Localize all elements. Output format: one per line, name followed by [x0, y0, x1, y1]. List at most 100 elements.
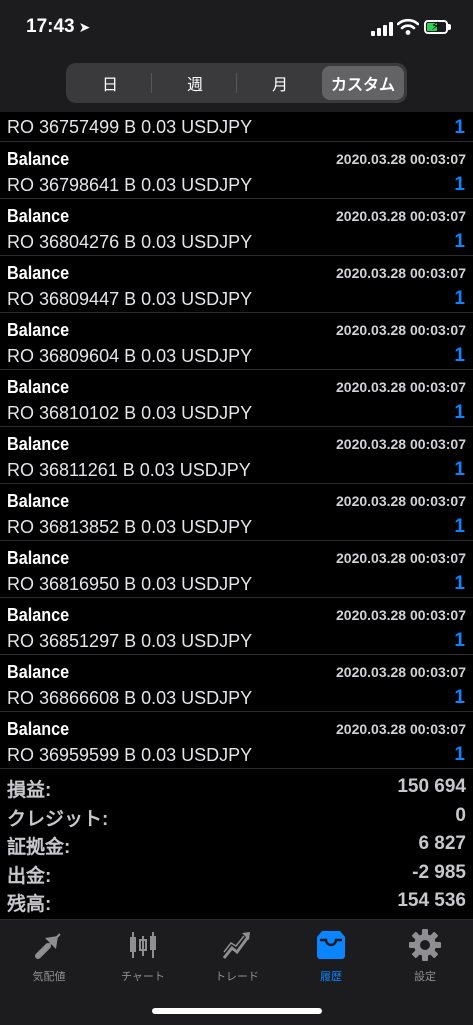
clock-label: 17:43 — [26, 16, 75, 37]
row-value: 1 — [454, 744, 465, 765]
segment-day[interactable]: 日 — [69, 66, 151, 100]
battery-cap — [448, 24, 451, 30]
row-description: RO 36959599 B 0.03 USDJPY — [7, 745, 253, 765]
row-date: 2020.03.28 00:03:07 — [336, 322, 466, 338]
row-date: 2020.03.28 00:03:07 — [336, 265, 466, 281]
tab-label: トレード — [215, 971, 259, 983]
summary-label: 残高: — [7, 894, 52, 915]
summary-label: クレジット: — [7, 808, 109, 830]
segment-divider — [236, 73, 237, 93]
history-row[interactable]: Balance 2020.03.28 00:03:07 RO 36804276 … — [0, 199, 473, 256]
row-date: 2020.03.28 00:03:07 — [336, 721, 466, 737]
row-value: 1 — [454, 117, 465, 138]
row-description: RO 36810102 B 0.03 USDJPY — [7, 403, 253, 423]
row-title: Balance — [7, 491, 70, 511]
row-value: 1 — [454, 174, 465, 195]
history-row[interactable]: Balance 2020.03.28 00:03:07 RO 36851297 … — [0, 598, 473, 655]
row-title: Balance — [7, 605, 70, 625]
tab-trade[interactable]: トレード — [190, 926, 284, 988]
quotes-icon — [35, 933, 61, 959]
row-date: 2020.03.28 00:03:07 — [336, 436, 466, 452]
tab-quotes[interactable]: 気配値 — [2, 926, 96, 988]
row-date: 2020.03.28 00:03:07 — [336, 151, 466, 167]
history-row[interactable]: Balance 2020.03.28 00:03:07 RO 36813852 … — [0, 484, 473, 541]
row-title: Balance — [7, 206, 70, 226]
trade-icon — [222, 932, 250, 959]
history-row[interactable]: Balance 2020.03.28 00:03:07 RO 36809447 … — [0, 256, 473, 313]
summary-value: 6 827 — [418, 833, 466, 854]
period-filter-bar: 日 週 月 カスタム — [0, 56, 473, 112]
period-segmented-control: 日 週 月 カスタム — [66, 63, 407, 103]
history-icon — [317, 931, 345, 959]
row-value: 1 — [454, 459, 465, 480]
summary-balance: 残高: 154 536 — [0, 886, 473, 915]
row-title: Balance — [7, 662, 70, 682]
tab-label: 気配値 — [32, 971, 66, 983]
history-row[interactable]: Balance 2020.03.28 00:03:07 RO 36810102 … — [0, 370, 473, 427]
row-title: Balance — [7, 263, 70, 283]
row-date: 2020.03.28 00:03:07 — [336, 550, 466, 566]
location-arrow-icon: ➤ — [78, 19, 91, 35]
row-title: Balance — [7, 377, 70, 397]
segment-week[interactable]: 週 — [154, 66, 236, 100]
home-indicator[interactable] — [152, 1008, 322, 1014]
row-value: 1 — [454, 402, 465, 423]
row-value: 1 — [454, 573, 465, 594]
row-value: 1 — [454, 630, 465, 651]
chart-icon — [130, 932, 156, 958]
status-time: 17:43 ➤ — [26, 16, 90, 38]
row-description: RO 36809604 B 0.03 USDJPY — [7, 346, 253, 366]
row-date: 2020.03.28 00:03:07 — [336, 208, 466, 224]
summary-withdrawal: 出金: -2 985 — [0, 858, 473, 887]
row-description: RO 36866608 B 0.03 USDJPY — [7, 688, 253, 708]
tab-settings[interactable]: 設定 — [378, 926, 472, 988]
row-description: RO 36813852 B 0.03 USDJPY — [7, 517, 253, 537]
row-description: RO 36757499 B 0.03 USDJPY — [7, 117, 253, 137]
summary-value: 0 — [455, 804, 466, 826]
cellular-signal-icon — [371, 22, 393, 36]
row-description: RO 36811261 B 0.03 USDJPY — [7, 460, 251, 480]
summary-deposit: 証拠金: 6 827 — [0, 829, 473, 858]
row-value: 1 — [454, 516, 465, 537]
wifi-icon — [397, 18, 419, 35]
history-row[interactable]: Balance 2020.03.28 00:03:07 RO 36809604 … — [0, 313, 473, 370]
summary-value: 150 694 — [397, 776, 466, 797]
row-value: 1 — [454, 288, 465, 309]
row-title: Balance — [7, 719, 70, 739]
row-title: Balance — [7, 320, 70, 340]
row-value: 1 — [454, 687, 465, 708]
tab-label: 履歴 — [320, 971, 342, 983]
history-row[interactable]: Balance 2020.03.28 00:03:07 RO 36959599 … — [0, 712, 473, 769]
tab-history[interactable]: 履歴 — [284, 926, 378, 988]
settings-icon — [409, 929, 441, 961]
row-description: RO 36809447 B 0.03 USDJPY — [7, 289, 253, 309]
summary-value: 154 536 — [397, 890, 466, 911]
summary-value: -2 985 — [412, 861, 466, 883]
row-date: 2020.03.28 00:03:07 — [336, 493, 466, 509]
tab-label: 設定 — [414, 971, 436, 983]
summary-label: 損益: — [7, 780, 52, 801]
row-description: RO 36798641 B 0.03 USDJPY — [7, 175, 253, 195]
summary-label: 出金: — [7, 865, 52, 887]
history-row[interactable]: Balance 2020.03.28 00:03:07 RO 36811261 … — [0, 427, 473, 484]
row-value: 1 — [454, 231, 465, 252]
history-row[interactable]: Balance 2020.03.28 00:03:07 RO 36816950 … — [0, 541, 473, 598]
history-row[interactable]: RO 36757499 B 0.03 USDJPY 1 — [0, 112, 473, 142]
row-value: 1 — [454, 345, 465, 366]
status-bar: 17:43 ➤ ⚡ — [0, 0, 473, 56]
history-row[interactable]: Balance 2020.03.28 00:03:07 RO 36798641 … — [0, 142, 473, 199]
summary-label: 証拠金: — [7, 837, 71, 858]
row-description: RO 36804276 B 0.03 USDJPY — [7, 232, 253, 252]
row-date: 2020.03.28 00:03:07 — [336, 379, 466, 395]
segment-divider — [151, 73, 152, 93]
row-description: RO 36816950 B 0.03 USDJPY — [7, 574, 253, 594]
battery-icon: ⚡ — [424, 19, 448, 34]
row-title: Balance — [7, 434, 70, 454]
row-description: RO 36851297 B 0.03 USDJPY — [7, 631, 253, 651]
segment-month[interactable]: 月 — [239, 66, 321, 100]
account-summary: 損益: 150 694 クレジット: 0 証拠金: 6 827 出金: -2 9… — [0, 772, 473, 915]
summary-profit: 損益: 150 694 — [0, 772, 473, 801]
history-row[interactable]: Balance 2020.03.28 00:03:07 RO 36866608 … — [0, 655, 473, 712]
segment-custom[interactable]: カスタム — [322, 66, 404, 100]
tab-chart[interactable]: チャート — [96, 926, 190, 988]
